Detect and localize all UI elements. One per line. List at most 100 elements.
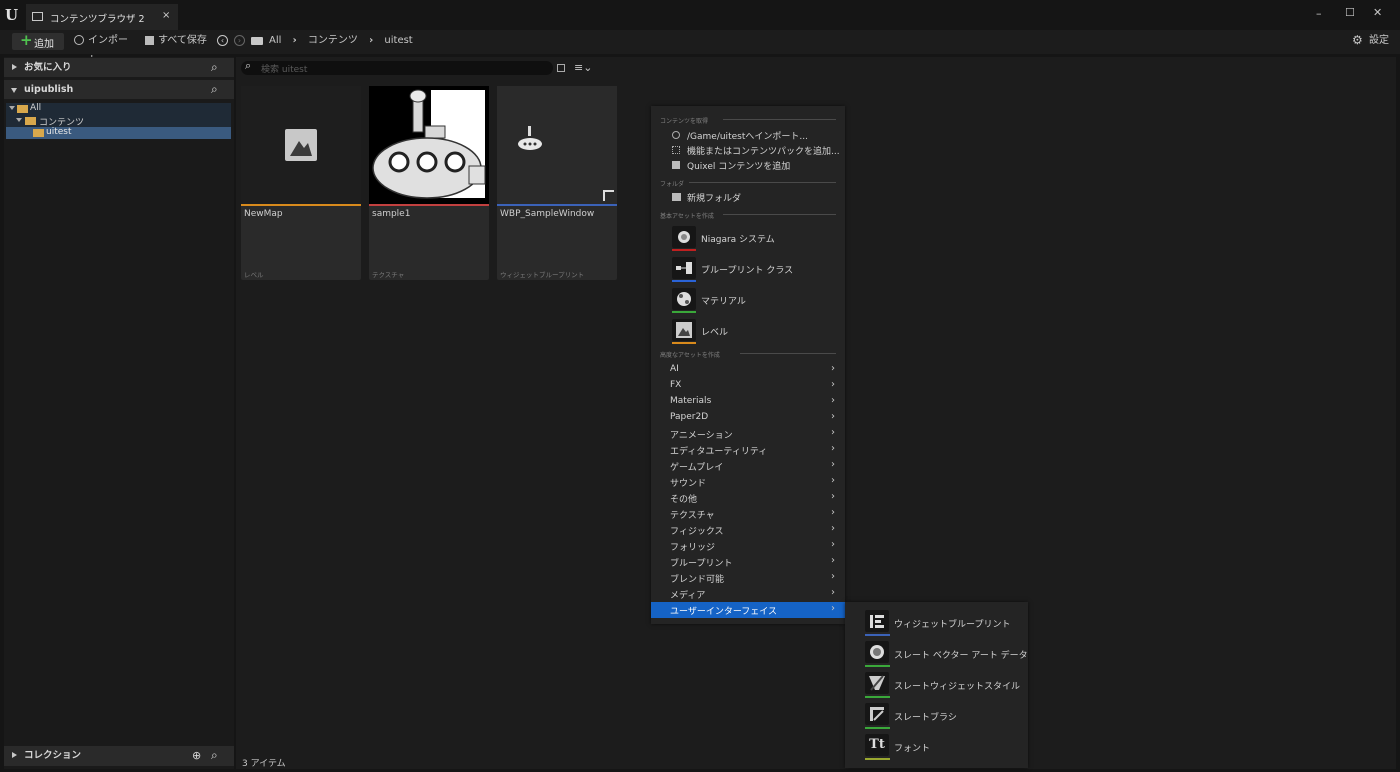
menu-item-label: ブループリント xyxy=(670,559,733,569)
menu-item-advanced-category[interactable]: フォリッジ › xyxy=(651,538,845,554)
menu-item-add-quixel[interactable]: Quixel コンテンツを追加 xyxy=(651,158,845,173)
filter-icon[interactable]: ≡⌄ xyxy=(574,61,592,74)
menu-item-advanced-category[interactable]: フィジックス › xyxy=(651,522,845,538)
menu-item-import[interactable]: /Game/uitestへインポート... xyxy=(651,128,845,143)
widget-blueprint-icon xyxy=(865,610,889,632)
section-get-content: コンテンツを取得 xyxy=(660,118,709,125)
menu-item-new-folder[interactable]: 新規フォルダ xyxy=(651,190,845,205)
tree-item-all[interactable]: All xyxy=(6,103,231,115)
submarine-icon xyxy=(518,126,542,150)
folder-icon[interactable] xyxy=(251,37,263,45)
menu-item-level[interactable]: レベル xyxy=(651,319,845,347)
search-icon[interactable]: ⌕ xyxy=(211,58,218,77)
menu-item-advanced-category[interactable]: ブレンド可能 › xyxy=(651,570,845,586)
menu-item-label: Paper2D xyxy=(670,412,709,422)
submenu-item-font[interactable]: Tt フォント xyxy=(845,734,1028,762)
asset-tile-wbp-samplewindow[interactable]: WBP_SampleWindow ウィジェットブループリント xyxy=(497,86,617,280)
slate-vector-art-icon xyxy=(865,641,889,663)
save-all-button[interactable]: すべて保存 xyxy=(145,31,209,51)
minimize-button[interactable]: – xyxy=(1316,7,1322,20)
menu-item-advanced-category[interactable]: Paper2D › xyxy=(651,410,845,426)
unreal-logo-icon[interactable]: U xyxy=(5,6,21,24)
settings-button[interactable]: ⚙ 設定 xyxy=(1352,31,1392,51)
chevron-right-icon: › xyxy=(831,427,835,438)
chevron-right-icon: › xyxy=(831,555,835,566)
menu-item-blueprint-class[interactable]: ブループリント クラス xyxy=(651,257,845,285)
breadcrumb-item-all[interactable]: All xyxy=(269,35,281,46)
breadcrumb: All › コンテンツ › uitest xyxy=(269,31,413,51)
chevron-right-icon: › xyxy=(831,459,835,470)
menu-item-advanced-category[interactable]: テクスチャ › xyxy=(651,506,845,522)
breadcrumb-item-uitest[interactable]: uitest xyxy=(384,35,412,46)
menu-item-advanced-category[interactable]: Materials › xyxy=(651,394,845,410)
menu-item-advanced-category[interactable]: その他 › xyxy=(651,490,845,506)
add-collection-icon[interactable]: ⊕ xyxy=(192,746,201,765)
menu-item-advanced-category[interactable]: AI › xyxy=(651,362,845,378)
blueprint-class-icon xyxy=(672,257,696,279)
forward-button[interactable]: › xyxy=(234,35,245,46)
asset-type: レベル xyxy=(244,271,264,279)
item-count: 3 アイテム xyxy=(242,759,286,769)
menu-item-advanced-category[interactable]: ユーザーインターフェイス › xyxy=(651,602,845,618)
toolbar xyxy=(0,30,1400,54)
menu-item-label: アニメーション xyxy=(670,431,733,441)
search-icon[interactable]: ⌕ xyxy=(211,746,218,765)
submenu-item-slate-widget-style[interactable]: スレートウィジェットスタイル xyxy=(845,672,1028,700)
import-button[interactable]: インポート xyxy=(74,31,134,66)
import-icon xyxy=(672,131,680,139)
slate-brush-icon xyxy=(865,703,889,725)
chevron-right-icon: › xyxy=(831,491,835,502)
submenu-item-label: スレート ベクター アート データ xyxy=(894,651,1028,661)
menu-item-material[interactable]: マテリアル xyxy=(651,288,845,316)
maximize-button[interactable]: ☐ xyxy=(1345,6,1355,19)
menu-item-niagara-system[interactable]: Niagara システム xyxy=(651,226,845,254)
save-search-icon[interactable] xyxy=(557,64,565,72)
tab-content-browser[interactable]: コンテンツブラウザ 2 × xyxy=(26,4,178,30)
project-header[interactable]: uipublish ⌕ xyxy=(4,80,234,99)
favorites-header[interactable]: お気に入り ⌕ xyxy=(4,58,234,77)
menu-item-add-feature-pack[interactable]: 機能またはコンテンツパックを追加... xyxy=(651,143,845,158)
submenu-item-widget-blueprint[interactable]: ウィジェットブループリント xyxy=(845,610,1028,638)
asset-type-color-bar xyxy=(865,758,890,760)
search-icon[interactable]: ⌕ xyxy=(211,80,218,99)
submenu-item-label: スレートウィジェットスタイル xyxy=(894,682,1021,692)
gear-icon: ⚙ xyxy=(1352,33,1363,47)
search-input[interactable]: 検索 uitest xyxy=(261,62,307,75)
section-basic-assets: 基本アセットを作成 xyxy=(660,213,714,220)
collections-label: コレクション xyxy=(24,750,82,761)
plus-icon: + xyxy=(20,31,33,49)
add-button[interactable]: + 追加 xyxy=(12,31,64,50)
submenu-item-slate-vector-art[interactable]: スレート ベクター アート データ xyxy=(845,641,1028,669)
asset-type-color-bar xyxy=(672,342,696,344)
menu-item-label: レベル xyxy=(701,328,729,338)
niagara-icon xyxy=(672,226,696,248)
menu-item-advanced-category[interactable]: サウンド › xyxy=(651,474,845,490)
back-button[interactable]: ‹ xyxy=(217,35,228,46)
tab-close-button[interactable]: × xyxy=(162,10,170,21)
tree-item-content[interactable]: コンテンツ xyxy=(6,115,231,128)
tree-item-uitest[interactable]: uitest xyxy=(6,127,231,139)
menu-item-advanced-category[interactable]: ブループリント › xyxy=(651,554,845,570)
submenu-item-slate-brush[interactable]: スレートブラシ xyxy=(845,703,1028,731)
menu-item-advanced-category[interactable]: エディタユーティリティ › xyxy=(651,442,845,458)
menu-item-label: AI xyxy=(670,364,679,374)
asset-tile-sample1[interactable]: sample1 テクスチャ xyxy=(369,86,489,280)
collections-header[interactable]: コレクション ⊕ ⌕ xyxy=(4,746,234,766)
asset-tile-newmap[interactable]: NewMap レベル xyxy=(241,86,361,280)
asset-type-color-bar xyxy=(672,311,696,313)
close-window-button[interactable]: ✕ xyxy=(1373,6,1382,19)
menu-item-advanced-category[interactable]: ゲームプレイ › xyxy=(651,458,845,474)
menu-item-label: サウンド xyxy=(670,479,707,489)
section-folder: フォルダ xyxy=(660,181,685,188)
search-box[interactable]: ⌕ 検索 uitest xyxy=(241,59,553,75)
tree-item-label: All xyxy=(30,103,42,113)
menu-item-advanced-category[interactable]: FX › xyxy=(651,378,845,394)
search-icon: ⌕ xyxy=(245,59,252,72)
menu-item-advanced-category[interactable]: アニメーション › xyxy=(651,426,845,442)
breadcrumb-item-content[interactable]: コンテンツ xyxy=(308,35,358,46)
menu-item-label: ブレンド可能 xyxy=(670,575,725,585)
menu-item-advanced-category[interactable]: メディア › xyxy=(651,586,845,602)
favorites-label: お気に入り xyxy=(24,62,72,73)
save-icon xyxy=(145,36,154,45)
asset-type-color-bar xyxy=(865,665,890,667)
